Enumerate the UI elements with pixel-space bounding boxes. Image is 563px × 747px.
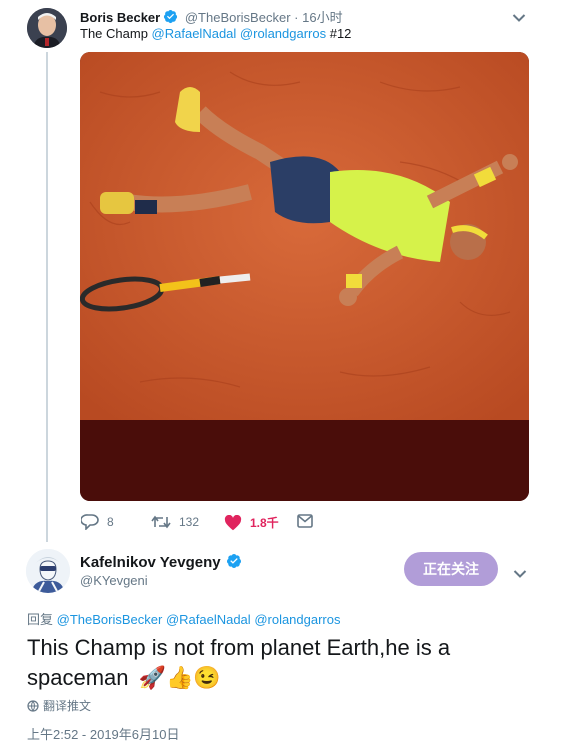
like-action[interactable]: 1.8千 [224, 514, 279, 531]
replying-to-prefix: 回复 [27, 612, 57, 627]
replying-to: 回复 @TheBorisBecker @RafaelNadal @rolandg… [27, 609, 341, 628]
chevron-down-icon [513, 570, 527, 578]
like-count: 1.8千 [250, 516, 279, 530]
tweet-photo[interactable] [80, 52, 529, 501]
heart-icon [224, 514, 242, 530]
envelope-icon [297, 514, 313, 528]
direct-message-action[interactable] [297, 514, 321, 528]
author-name[interactable]: Boris Becker [80, 10, 160, 25]
reply-action[interactable]: 8 [81, 514, 114, 530]
reply-text-body: This Champ is not from planet Earth,he i… [27, 635, 451, 690]
mention-rafaelnadal[interactable]: @RafaelNadal [152, 26, 237, 41]
tweet-options-button[interactable] [512, 10, 526, 28]
translate-label: 翻译推文 [43, 699, 92, 713]
chevron-down-icon [512, 14, 526, 22]
tweet-hashtag: #12 [326, 26, 352, 41]
retweet-action[interactable]: 132 [151, 514, 199, 530]
mention-rafaelnadal[interactable]: @RafaelNadal [166, 612, 251, 627]
translate-tweet-link[interactable]: 翻译推文 [27, 697, 91, 714]
tweet-text-plain: The Champ [80, 26, 152, 41]
retweet-icon [151, 515, 171, 529]
reply-count: 8 [107, 515, 114, 529]
mention-theborisbecker[interactable]: @TheBorisBecker [57, 612, 163, 627]
author-handle[interactable]: @TheBorisBecker [185, 10, 291, 25]
retweet-count: 132 [179, 515, 200, 529]
reply-options-button[interactable] [513, 566, 527, 584]
reply-timestamp[interactable]: 上午2:52 - 2019年6月10日 [27, 724, 179, 743]
reply-author: Kafelnikov Yevgeny [80, 553, 242, 571]
mention-rolandgarros[interactable]: @rolandgarros [254, 612, 340, 627]
boris-becker-avatar[interactable] [27, 8, 67, 48]
tweet-header: Boris Becker @TheBorisBecker · 16小时 [80, 7, 343, 26]
verified-badge-icon [226, 554, 241, 568]
tweet-text: The Champ @RafaelNadal @rolandgarros #12 [80, 26, 351, 41]
tweet-time[interactable]: 16小时 [302, 10, 342, 25]
thread-connector-line [46, 52, 48, 542]
globe-icon [27, 699, 39, 712]
following-button[interactable]: 正在关注 [404, 552, 498, 586]
reply-icon [81, 514, 99, 530]
reply-author-handle[interactable]: @KYevgeni [80, 573, 148, 588]
reply-author-name[interactable]: Kafelnikov Yevgeny [80, 554, 221, 571]
header-separator: · [294, 10, 299, 25]
kafelnikov-avatar[interactable] [26, 549, 70, 593]
nadal-on-clay-image [80, 52, 529, 501]
reply-emojis: 🚀👍😉 [138, 665, 221, 690]
reply-text: This Champ is not from planet Earth,he i… [27, 633, 527, 693]
mention-rolandgarros[interactable]: @rolandgarros [240, 26, 326, 41]
verified-badge-icon [164, 9, 178, 24]
